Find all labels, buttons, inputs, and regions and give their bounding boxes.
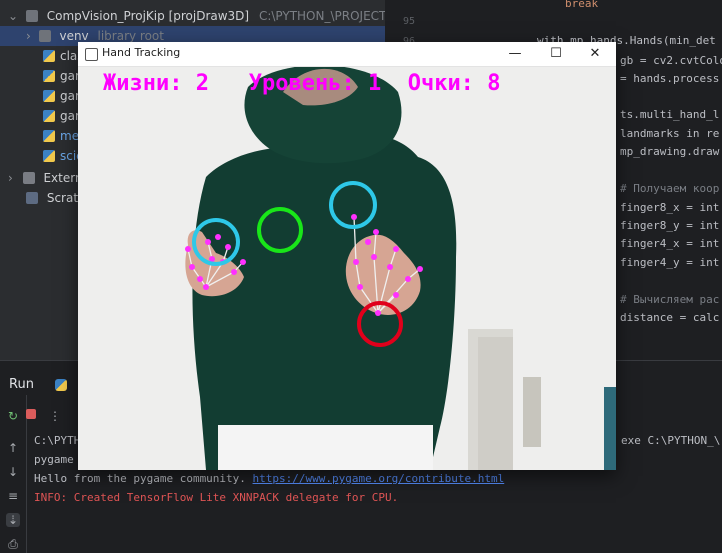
- game-hud: Жизни: 2 Уровень: 1 Очки: 8: [103, 71, 500, 96]
- run-toolbar: ↻ ⋮ ↑ ↓ ≡ ⇣ ⎙: [0, 395, 61, 553]
- maximize-button[interactable]: ☐: [541, 44, 571, 64]
- library-icon: [22, 172, 35, 184]
- score-label: Очки:: [407, 71, 474, 96]
- close-button[interactable]: ✕: [580, 44, 610, 64]
- code-line: = hands.process: [620, 72, 720, 85]
- tree-item-label: venv: [59, 29, 89, 43]
- hand-tracking-window: Hand Tracking — ☐ ✕ Жизни: 2 Уровень: 1 …: [78, 42, 616, 470]
- person-hoodie: [192, 132, 457, 470]
- code-line: gb = cv2.cvtColo: [620, 54, 722, 67]
- soft-wrap-icon[interactable]: ≡: [6, 489, 20, 503]
- console-line: pygame: [34, 453, 74, 466]
- code-line: ts.multi_hand_l: [620, 108, 720, 121]
- camera-view: Жизни: 2 Уровень: 1 Очки: 8: [78, 67, 616, 470]
- code-comment: # Вычисляем рас: [620, 293, 720, 306]
- python-file-icon: [43, 50, 55, 62]
- python-file-icon: [43, 70, 55, 82]
- chevron-down-icon[interactable]: ⌄: [8, 9, 18, 23]
- scroll-to-end-icon[interactable]: ⇣: [6, 513, 20, 527]
- project-root-label: CompVision_ProjKip [projDraw3D]: [46, 9, 250, 23]
- code-line: finger4_x = int: [620, 237, 720, 250]
- run-tab[interactable]: Run: [9, 377, 34, 392]
- contribute-link[interactable]: https://www.pygame.org/contribute.html: [253, 472, 505, 485]
- camera-frame: [78, 67, 616, 470]
- python-file-icon: [55, 379, 67, 391]
- console-line: C:\PYTH: [34, 434, 81, 447]
- arrow-down-icon[interactable]: ↓: [6, 465, 20, 479]
- level-label: Уровень:: [248, 71, 355, 96]
- python-file-icon: [43, 130, 55, 142]
- console-line-tail: exe C:\PYTHON_\: [621, 434, 721, 447]
- minimize-button[interactable]: —: [500, 44, 530, 64]
- more-icon[interactable]: ⋮: [48, 409, 62, 423]
- app-icon: [85, 48, 98, 61]
- print-icon[interactable]: ⎙: [6, 537, 20, 551]
- chevron-right-icon[interactable]: ›: [8, 171, 13, 185]
- code-comment: # Получаем коор: [620, 182, 720, 195]
- tree-item-scratches[interactable]: Scratc: [26, 188, 85, 208]
- folder-icon: [38, 30, 51, 42]
- python-file-icon: [43, 150, 55, 162]
- console-line-info: INFO: Created TensorFlow Lite XNNPACK de…: [34, 491, 399, 504]
- python-file-icon: [43, 90, 55, 102]
- tree-item-external[interactable]: › Extern: [8, 168, 83, 188]
- folder-icon: [25, 10, 38, 22]
- window-title: Hand Tracking: [102, 46, 181, 59]
- lives-label: Жизни:: [103, 71, 183, 96]
- person-tshirt: [218, 425, 433, 470]
- rerun-icon[interactable]: ↻: [6, 409, 20, 423]
- code-line: mp_drawing.draw: [620, 145, 720, 158]
- scratch-icon: [26, 192, 38, 204]
- tree-item-note: library root: [97, 29, 164, 43]
- project-root-path: C:\PYTHON_\PROJECT_: [258, 9, 393, 23]
- code-line: landmarks in re: [620, 127, 720, 140]
- level-value: 1: [367, 71, 382, 96]
- tree-item-label: Extern: [43, 171, 83, 185]
- code-line: finger4_y = int: [620, 256, 720, 269]
- stop-icon[interactable]: [26, 409, 36, 419]
- code-line: break: [565, 0, 599, 10]
- score-value: 8: [487, 71, 501, 96]
- code-line: finger8_y = int: [620, 219, 720, 232]
- window-titlebar[interactable]: Hand Tracking — ☐ ✕: [78, 42, 616, 67]
- chevron-right-icon[interactable]: ›: [26, 29, 31, 43]
- project-root-row[interactable]: ⌄ CompVision_ProjKip [projDraw3D] C:\PYT…: [8, 6, 392, 26]
- code-line: finger8_x = int: [620, 201, 720, 214]
- line-number: 95: [403, 16, 416, 27]
- console-line: Hello from the pygame community. https:/…: [34, 472, 505, 485]
- code-line: distance = calc: [620, 311, 720, 324]
- lives-value: 2: [195, 71, 209, 96]
- arrow-up-icon[interactable]: ↑: [6, 441, 20, 455]
- python-file-icon: [43, 110, 55, 122]
